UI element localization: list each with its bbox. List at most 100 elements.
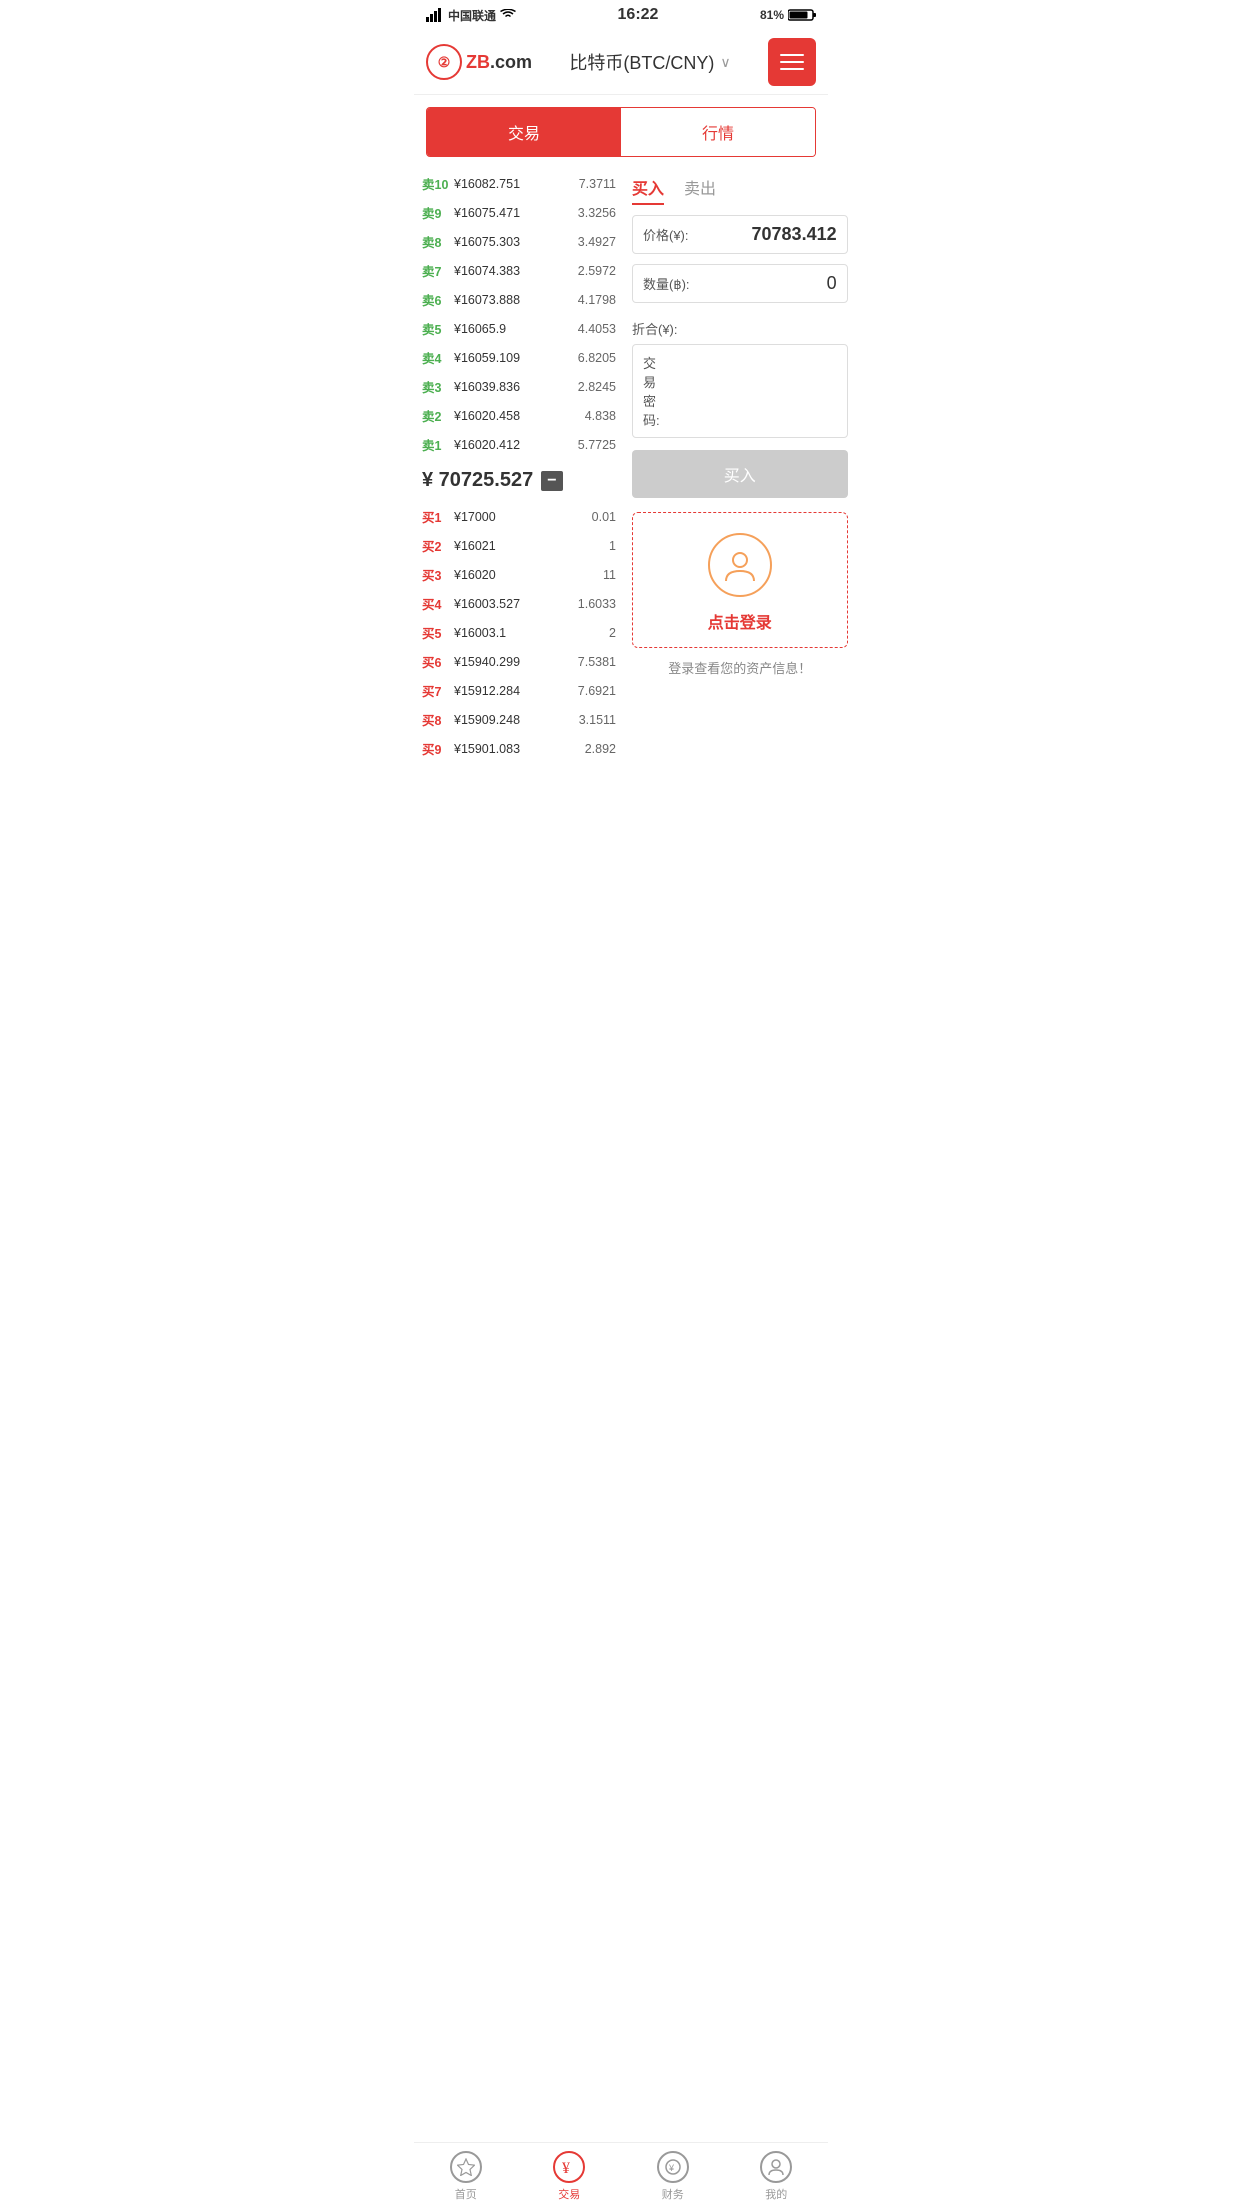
quantity-group: 数量(฿):: [632, 264, 848, 303]
buy-order-row[interactable]: 买2 ¥16021 1: [422, 531, 616, 560]
sell-amount: 7.3711: [579, 177, 616, 191]
buy-order-row[interactable]: 买5 ¥16003.1 2: [422, 618, 616, 647]
quantity-input[interactable]: [690, 273, 837, 294]
menu-line-3: [780, 68, 804, 70]
sell-amount: 6.8205: [578, 351, 616, 365]
buy-amount: 7.5381: [578, 655, 616, 669]
header: ② ZB.com 比特币(BTC/CNY) ∨: [414, 30, 828, 95]
star-icon: [457, 2158, 475, 2176]
price-group: 价格(¥):: [632, 215, 848, 254]
buy-label: 买1: [422, 507, 450, 526]
sell-order-row[interactable]: 卖6 ¥16073.888 4.1798: [422, 285, 616, 314]
sell-amount: 3.3256: [578, 206, 616, 220]
logo-suffix: .com: [490, 52, 532, 72]
price-input[interactable]: [689, 224, 837, 245]
password-label: 交易密码:: [643, 353, 660, 429]
buy-button[interactable]: 买入: [632, 450, 848, 498]
buy-price: ¥16003.1: [450, 626, 609, 640]
nav-finance[interactable]: ¥ 财务: [643, 2151, 703, 2202]
buy-order-row[interactable]: 买8 ¥15909.248 3.1511: [422, 705, 616, 734]
nav-trade[interactable]: ¥ 交易: [539, 2151, 599, 2202]
nav-home[interactable]: 首页: [436, 2151, 496, 2202]
sell-label: 卖5: [422, 319, 450, 338]
buy-orders: 买1 ¥17000 0.01 买2 ¥16021 1 买3 ¥16020 11 …: [422, 502, 616, 763]
status-time: 16:22: [618, 6, 659, 24]
quantity-row: 数量(฿):: [632, 264, 848, 303]
carrier-label: 中国联通: [448, 7, 496, 24]
sell-amount: 2.5972: [578, 264, 616, 278]
login-prompt[interactable]: 点击登录: [632, 512, 848, 648]
buy-label: 买2: [422, 536, 450, 555]
sell-label: 卖4: [422, 348, 450, 367]
sell-price: ¥16059.109: [450, 351, 578, 365]
sell-price: ¥16065.9: [450, 322, 578, 336]
sell-amount: 2.8245: [578, 380, 616, 394]
sell-label: 卖1: [422, 435, 450, 454]
sell-order-row[interactable]: 卖7 ¥16074.383 2.5972: [422, 256, 616, 285]
sell-order-row[interactable]: 卖10 ¥16082.751 7.3711: [422, 169, 616, 198]
finance-icon: ¥: [657, 2151, 689, 2183]
trade-icon: ¥: [553, 2151, 585, 2183]
logo-circle: ②: [426, 44, 462, 80]
nav-profile[interactable]: 我的: [746, 2151, 806, 2202]
buy-order-row[interactable]: 买9 ¥15901.083 2.892: [422, 734, 616, 763]
person-icon: [767, 2158, 785, 2176]
sell-price: ¥16074.383: [450, 264, 578, 278]
buy-order-row[interactable]: 买1 ¥17000 0.01: [422, 502, 616, 531]
sell-order-row[interactable]: 卖2 ¥16020.458 4.838: [422, 401, 616, 430]
buy-label: 买4: [422, 594, 450, 613]
tab-trade[interactable]: 交易: [427, 108, 621, 156]
sell-order-row[interactable]: 卖5 ¥16065.9 4.4053: [422, 314, 616, 343]
menu-button[interactable]: [768, 38, 816, 86]
sell-price: ¥16073.888: [450, 293, 578, 307]
sell-order-row[interactable]: 卖1 ¥16020.412 5.7725: [422, 430, 616, 459]
sell-price: ¥16020.458: [450, 409, 585, 423]
total-label: 折合(¥):: [632, 319, 678, 338]
tab-market[interactable]: 行情: [621, 108, 815, 156]
main-content: 卖10 ¥16082.751 7.3711 卖9 ¥16075.471 3.32…: [414, 165, 828, 767]
logo[interactable]: ② ZB.com: [426, 44, 532, 80]
price-label: 价格(¥):: [643, 225, 689, 244]
header-title[interactable]: 比特币(BTC/CNY) ∨: [569, 49, 730, 75]
buy-price: ¥15912.284: [450, 684, 578, 698]
buy-order-row[interactable]: 买7 ¥15912.284 7.6921: [422, 676, 616, 705]
yuan-icon: ¥: [559, 2157, 579, 2177]
sell-order-row[interactable]: 卖3 ¥16039.836 2.8245: [422, 372, 616, 401]
title-text: 比特币(BTC/CNY): [569, 49, 714, 75]
buy-label: 买5: [422, 623, 450, 642]
buy-tab[interactable]: 买入: [632, 175, 664, 205]
sell-order-row[interactable]: 卖9 ¥16075.471 3.3256: [422, 198, 616, 227]
chevron-down-icon: ∨: [720, 54, 730, 71]
order-book: 卖10 ¥16082.751 7.3711 卖9 ¥16075.471 3.32…: [414, 165, 624, 767]
buy-price: ¥15940.299: [450, 655, 578, 669]
buy-price: ¥15901.083: [450, 742, 585, 756]
buy-order-row[interactable]: 买3 ¥16020 11: [422, 560, 616, 589]
menu-line-2: [780, 61, 804, 63]
battery-label: 81%: [760, 8, 784, 22]
nav-home-label: 首页: [455, 2186, 477, 2202]
current-price: ¥ 70725.527 −: [422, 459, 616, 502]
status-bar: 中国联通 16:22 81%: [414, 0, 828, 30]
password-input[interactable]: [660, 384, 837, 399]
status-right: 81%: [760, 8, 816, 22]
buy-price: ¥16021: [450, 539, 609, 553]
sell-amount: 4.838: [585, 409, 616, 423]
buy-label: 买9: [422, 739, 450, 758]
logo-text: ZB.com: [466, 52, 532, 73]
buy-order-row[interactable]: 买6 ¥15940.299 7.5381: [422, 647, 616, 676]
sell-order-row[interactable]: 卖4 ¥16059.109 6.8205: [422, 343, 616, 372]
sell-label: 卖7: [422, 261, 450, 280]
sell-amount: 5.7725: [578, 438, 616, 452]
price-row: 价格(¥):: [632, 215, 848, 254]
price-value: ¥ 70725.527: [422, 469, 533, 492]
sell-order-row[interactable]: 卖8 ¥16075.303 3.4927: [422, 227, 616, 256]
status-left: 中国联通: [426, 7, 516, 24]
trade-panel: 买入 卖出 价格(¥): 数量(฿): 折合(¥):: [624, 165, 856, 767]
sell-tab[interactable]: 卖出: [684, 175, 716, 205]
buy-price: ¥16020: [450, 568, 603, 582]
buy-price: ¥17000: [450, 510, 592, 524]
buy-order-row[interactable]: 买4 ¥16003.527 1.6033: [422, 589, 616, 618]
buy-amount: 2: [609, 626, 616, 640]
buy-amount: 0.01: [592, 510, 616, 524]
nav-finance-label: 财务: [662, 2186, 684, 2202]
